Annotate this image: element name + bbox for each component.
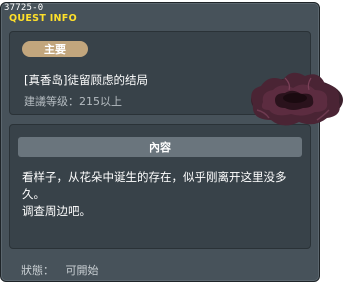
quest-level-requirement: 建議等级：215以上 [24,95,122,108]
status-value: 可開始 [65,264,99,277]
content-header: 內容 [18,137,302,157]
status-label: 狀態： [21,264,54,277]
quest-title: [真香岛]徒留顾虑的结局 [24,73,148,87]
description-line-1: 看样子，从花朵中诞生的存在，似乎刚离开这里没多久。 [22,170,287,201]
quest-info-window: 37725-0 QUEST INFO 主要 [真香岛]徒留顾虑的结局 建議等级：… [0,2,320,282]
quest-description: 看样子，从花朵中诞生的存在，似乎刚离开这里没多久。 调查周边吧。 [22,169,304,220]
quest-status: 狀態： 可開始 [21,262,99,278]
quest-id: 37725-0 [4,3,44,13]
quest-content-section: 內容 看样子，从花朵中诞生的存在，似乎刚离开这里没多久。 调查周边吧。 [9,124,311,249]
withered-flower-icon [251,72,343,126]
category-badge: 主要 [22,41,88,57]
description-line-2: 调查周边吧。 [22,204,91,218]
window-title: QUEST INFO [9,13,77,24]
